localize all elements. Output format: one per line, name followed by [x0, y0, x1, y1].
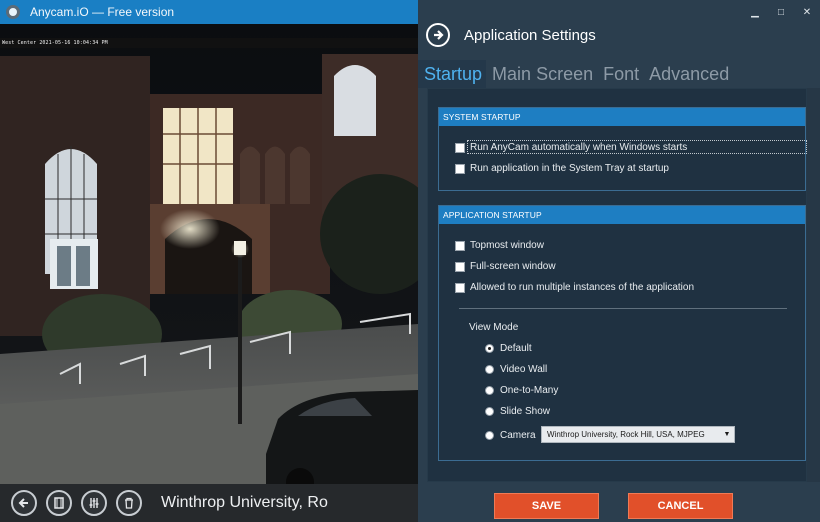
cancel-button[interactable]: CANCEL — [628, 493, 733, 519]
tab-main-screen[interactable]: Main Screen — [486, 60, 598, 88]
view-mode-slide-show-radio[interactable] — [485, 407, 494, 416]
app-titlebar: Anycam.iO — Free version — [0, 0, 418, 24]
chevron-down-icon: ▼ — [723, 431, 731, 438]
run-in-tray-option[interactable]: Run application in the System Tray at st… — [455, 163, 669, 174]
camera-video-view[interactable]: West Center 2021-05-16 10:04:34 PM — [0, 24, 418, 484]
camera-select-value: Winthrop University, Rock Hill, USA, MJP… — [547, 430, 705, 439]
arrow-left-icon — [18, 498, 28, 508]
scrollbar[interactable] — [807, 88, 820, 482]
view-mode-video-wall-radio[interactable] — [485, 365, 494, 374]
film-icon — [54, 497, 64, 509]
system-startup-header: SYSTEM STARTUP — [439, 108, 805, 126]
app-title: Anycam.iO — Free version — [30, 5, 175, 19]
full-screen-label: Full-screen window — [470, 261, 556, 272]
adjustments-button[interactable] — [81, 490, 107, 516]
full-screen-option[interactable]: Full-screen window — [455, 261, 556, 272]
tab-advanced[interactable]: Advanced — [643, 60, 734, 88]
topmost-window-option[interactable]: Topmost window — [455, 240, 544, 251]
multiple-instances-option[interactable]: Allowed to run multiple instances of the… — [455, 282, 694, 293]
view-mode-camera-label: Camera — [500, 430, 536, 441]
trash-icon — [125, 497, 133, 509]
run-in-tray-checkbox[interactable] — [455, 163, 465, 174]
close-button[interactable]: ✕ — [794, 0, 820, 24]
run-in-tray-label: Run application in the System Tray at st… — [470, 163, 669, 174]
multiple-instances-checkbox[interactable] — [455, 282, 465, 293]
run-on-windows-start-checkbox[interactable] — [455, 142, 465, 153]
maximize-button[interactable]: □ — [768, 0, 794, 24]
back-button[interactable] — [11, 490, 37, 516]
save-button[interactable]: SAVE — [494, 493, 599, 519]
minimize-button[interactable]: ▁ — [742, 0, 768, 24]
camera-scene-image — [0, 24, 418, 484]
startup-tab-content: SYSTEM STARTUP Run AnyCam automatically … — [427, 88, 807, 482]
video-controls-bar: Winthrop University, Ro — [0, 484, 418, 522]
application-startup-header: APPLICATION STARTUP — [439, 206, 805, 224]
topmost-window-checkbox[interactable] — [455, 240, 465, 251]
arrow-right-icon — [434, 30, 444, 40]
window-controls: ▁ □ ✕ — [742, 0, 820, 24]
view-mode-one-to-many-option[interactable]: One-to-Many — [485, 385, 558, 396]
view-mode-one-to-many-label: One-to-Many — [500, 385, 559, 396]
settings-tabs: Startup Main Screen Font Advanced — [418, 60, 800, 88]
camera-timestamp: West Center 2021-05-16 10:04:34 PM — [2, 40, 108, 46]
view-mode-video-wall-option[interactable]: Video Wall — [485, 364, 547, 375]
view-mode-camera-radio[interactable] — [485, 431, 494, 440]
view-mode-slide-show-option[interactable]: Slide Show — [485, 406, 550, 417]
view-mode-camera-option[interactable]: Camera — [485, 430, 536, 441]
multiple-instances-label: Allowed to run multiple instances of the… — [470, 282, 695, 293]
topmost-window-label: Topmost window — [470, 240, 544, 251]
view-mode-default-radio[interactable] — [485, 344, 494, 353]
recordings-button[interactable] — [46, 490, 72, 516]
settings-title: Application Settings — [464, 26, 596, 44]
view-mode-default-option[interactable]: Default — [485, 343, 532, 354]
run-on-windows-start-option[interactable]: Run AnyCam automatically when Windows st… — [455, 142, 687, 153]
application-startup-group: APPLICATION STARTUP Topmost window Full-… — [438, 205, 806, 461]
view-mode-one-to-many-radio[interactable] — [485, 386, 494, 395]
full-screen-checkbox[interactable] — [455, 261, 465, 272]
settings-panel: ▁ □ ✕ Application Settings Startup Main … — [418, 0, 820, 522]
camera-select[interactable]: Winthrop University, Rock Hill, USA, MJP… — [541, 426, 735, 443]
view-mode-video-wall-label: Video Wall — [500, 364, 548, 375]
delete-button[interactable] — [116, 490, 142, 516]
sliders-icon — [89, 498, 99, 508]
view-mode-default-label: Default — [500, 343, 532, 354]
system-startup-group: SYSTEM STARTUP Run AnyCam automatically … — [438, 107, 807, 191]
view-mode-slide-show-label: Slide Show — [500, 406, 551, 417]
view-mode-label: View Mode — [469, 322, 519, 333]
close-settings-button[interactable] — [426, 23, 450, 47]
section-divider — [459, 308, 787, 309]
settings-header: Application Settings — [426, 22, 596, 48]
tab-font[interactable]: Font — [597, 60, 644, 88]
anycam-logo-icon — [6, 5, 20, 19]
run-on-windows-start-label: Run AnyCam automatically when Windows st… — [470, 142, 688, 153]
camera-caption: Winthrop University, Ro — [161, 494, 328, 511]
tab-startup[interactable]: Startup — [418, 60, 487, 88]
